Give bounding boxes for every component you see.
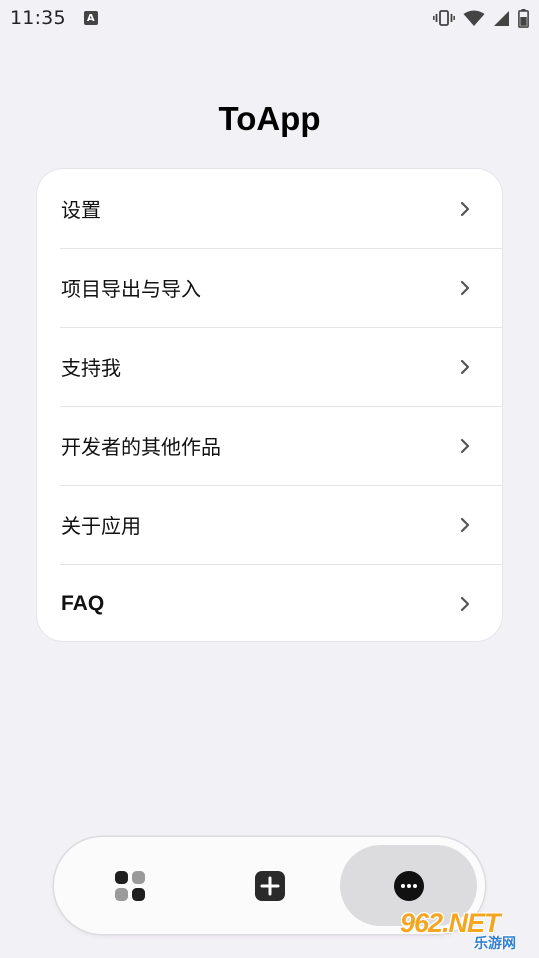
battery-icon	[518, 8, 529, 28]
page-title: ToApp	[218, 100, 321, 137]
menu-item-project-export-import[interactable]: 项目导出与导入	[37, 248, 502, 327]
add-square-icon	[255, 870, 285, 901]
menu-item-label: 支持我	[61, 356, 121, 380]
watermark-subtext: 乐游网	[474, 936, 516, 952]
menu-item-label: 设置	[61, 198, 101, 222]
status-icons	[433, 8, 529, 28]
chevron-right-icon	[460, 359, 470, 374]
nav-add-button[interactable]	[218, 837, 322, 934]
menu-item-faq[interactable]: FAQ	[37, 564, 502, 641]
screen: 11:35 A ToApp 设置 项目导出与导入 支持我 开发者的其他作品 关于…	[0, 0, 539, 958]
grid-icon	[115, 870, 145, 901]
nav-home-button[interactable]	[78, 837, 182, 934]
chevron-right-icon	[460, 201, 470, 216]
menu-item-about[interactable]: 关于应用	[37, 485, 502, 564]
menu-item-label: 项目导出与导入	[61, 277, 201, 301]
status-time: 11:35	[10, 7, 66, 29]
vibrate-icon	[433, 10, 455, 26]
settings-menu: 设置 项目导出与导入 支持我 开发者的其他作品 关于应用 FAQ	[37, 169, 502, 641]
signal-icon	[494, 10, 509, 26]
menu-item-support-me[interactable]: 支持我	[37, 327, 502, 406]
menu-item-settings[interactable]: 设置	[37, 169, 502, 248]
menu-item-label: 开发者的其他作品	[61, 435, 221, 459]
chevron-right-icon	[460, 438, 470, 453]
wifi-icon	[463, 10, 485, 26]
menu-item-other-works[interactable]: 开发者的其他作品	[37, 406, 502, 485]
chevron-right-icon	[460, 517, 470, 532]
chevron-right-icon	[460, 280, 470, 295]
notification-icon: A	[83, 11, 98, 25]
chevron-right-icon	[460, 596, 470, 611]
menu-item-label: 关于应用	[61, 514, 141, 538]
status-bar: 11:35 A	[0, 0, 539, 36]
watermark: 962.NET 乐游网	[400, 908, 536, 956]
menu-item-label: FAQ	[61, 591, 105, 615]
more-circle-icon	[393, 870, 424, 901]
